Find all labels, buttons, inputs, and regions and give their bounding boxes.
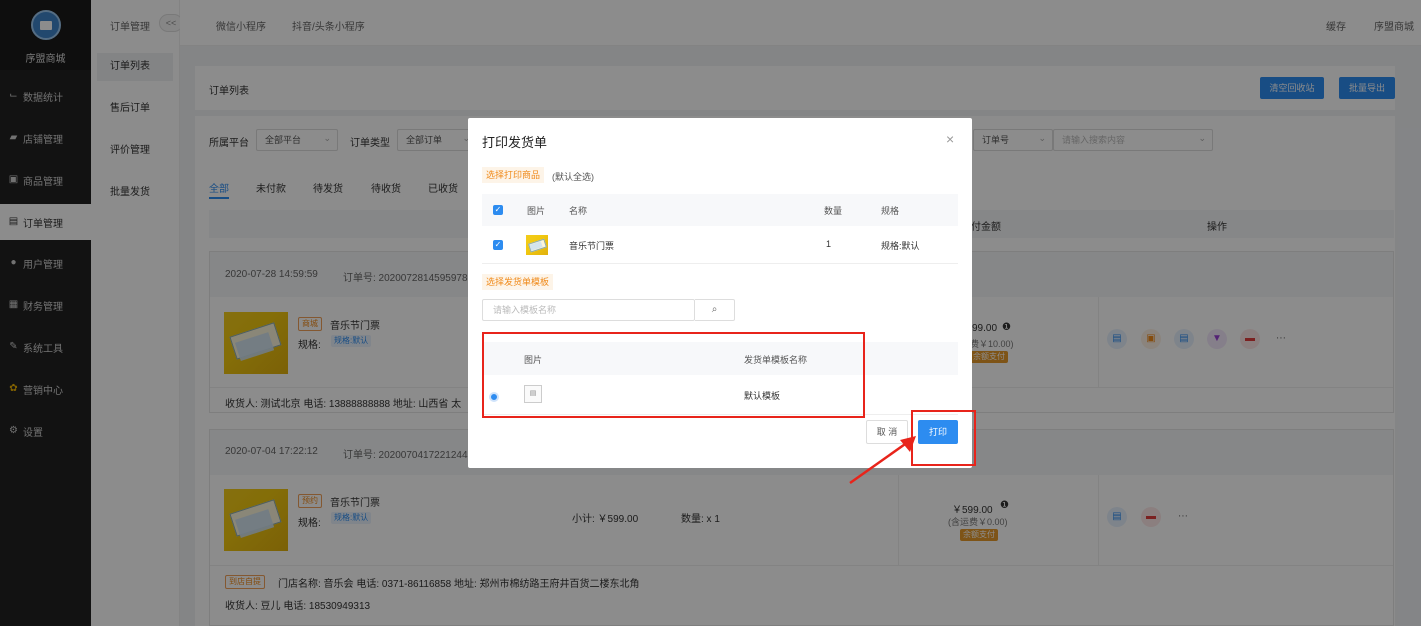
col-name: 名称 [569, 206, 588, 216]
search-icon[interactable]: ⌕ [695, 299, 735, 321]
col-qty: 数量 [824, 206, 843, 216]
template-search-input[interactable]: 请输入模板名称 [482, 299, 695, 321]
close-icon[interactable]: × [946, 131, 954, 147]
select-goods-hint: (默认全选) [552, 172, 594, 182]
select-goods-label: 选择打印商品 [482, 167, 545, 183]
goods-thumbnail [526, 235, 548, 255]
goods-spec: 规格:默认 [881, 241, 920, 251]
col-pic: 图片 [527, 206, 546, 216]
modal-title: 打印发货单 [482, 135, 548, 150]
select-template-label: 选择发货单模板 [482, 274, 554, 290]
goods-qty: 1 [826, 239, 832, 249]
template-highlight-box [482, 332, 865, 418]
annotation-arrow-icon [849, 436, 916, 485]
goods-checkbox[interactable]: ✓ [493, 240, 503, 250]
select-all-checkbox[interactable]: ✓ [493, 205, 503, 215]
goods-row: ✓ 音乐节门票 1 规格:默认 [482, 226, 958, 264]
print-highlight-box [911, 410, 976, 466]
col-spec: 规格 [881, 206, 900, 216]
goods-table-header: ✓ 图片 名称 数量 规格 [482, 194, 958, 226]
goods-name: 音乐节门票 [569, 241, 615, 251]
